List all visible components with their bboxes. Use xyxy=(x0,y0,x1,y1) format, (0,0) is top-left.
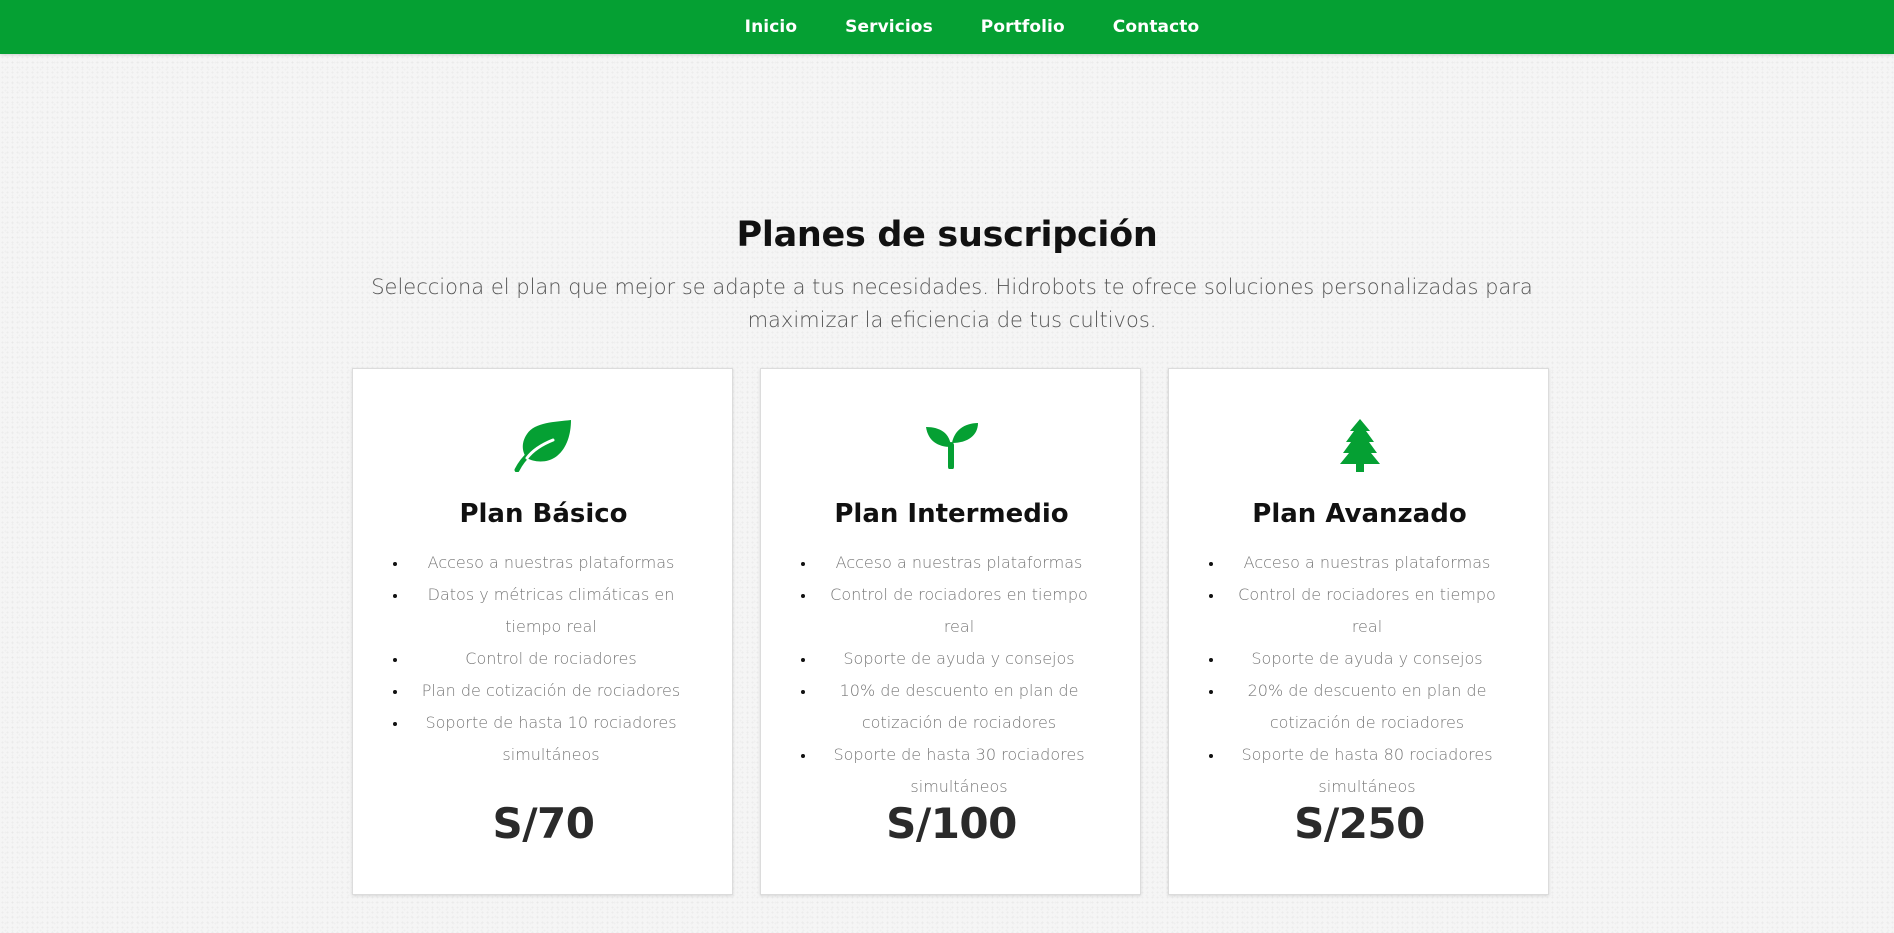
feature-item: Soporte de hasta 30 rociadores simultáne… xyxy=(816,739,1102,803)
feature-item: Datos y métricas climáticas en tiempo re… xyxy=(408,579,694,643)
nav-link-portfolio[interactable]: Portfolio xyxy=(981,17,1065,37)
feature-item: Control de rociadores xyxy=(408,643,694,675)
seedling-icon xyxy=(761,417,1142,473)
feature-item: Soporte de hasta 10 rociadores simultáne… xyxy=(408,707,694,771)
feature-item: Acceso a nuestras plataformas xyxy=(816,547,1102,579)
plan-price: S/70 xyxy=(492,799,595,848)
tree-icon xyxy=(1169,417,1550,473)
section-title: Planes de suscripción xyxy=(736,215,1158,256)
feature-item: Soporte de ayuda y consejos xyxy=(816,643,1102,675)
top-navbar: Inicio Servicios Portfolio Contacto xyxy=(0,0,1894,54)
plan-price: S/100 xyxy=(886,799,1017,848)
section-subtitle: Selecciona el plan que mejor se adapte a… xyxy=(371,275,1533,332)
feature-item: 10% de descuento en plan de cotización d… xyxy=(816,675,1102,739)
feature-item: Soporte de ayuda y consejos xyxy=(1224,643,1510,675)
feature-item: Plan de cotización de rociadores xyxy=(408,675,694,707)
plan-name: Plan Avanzado xyxy=(1252,499,1467,529)
plan-card-avanzado: Plan Avanzado Acceso a nuestras platafor… xyxy=(1168,368,1549,895)
leaf-icon xyxy=(353,417,734,473)
plan-card-basico: Plan Básico Acceso a nuestras plataforma… xyxy=(352,368,733,895)
feature-list: Acceso a nuestras plataformas Datos y mé… xyxy=(353,547,734,771)
plan-card-intermedio: Plan Intermedio Acceso a nuestras plataf… xyxy=(760,368,1141,895)
feature-item: Soporte de hasta 80 rociadores simultáne… xyxy=(1224,739,1510,803)
nav-links: Inicio Servicios Portfolio Contacto xyxy=(745,17,1200,37)
feature-list: Acceso a nuestras plataformas Control de… xyxy=(1169,547,1550,803)
feature-item: Control de rociadores en tiempo real xyxy=(1224,579,1510,643)
plan-cards: Plan Básico Acceso a nuestras plataforma… xyxy=(352,368,1552,896)
plan-price: S/250 xyxy=(1294,799,1425,848)
plan-name: Plan Básico xyxy=(459,499,628,529)
pricing-section: Planes de suscripción Selecciona el plan… xyxy=(0,54,1894,933)
feature-list: Acceso a nuestras plataformas Control de… xyxy=(761,547,1142,803)
feature-item: Acceso a nuestras plataformas xyxy=(1224,547,1510,579)
nav-link-contacto[interactable]: Contacto xyxy=(1113,17,1200,37)
plan-name: Plan Intermedio xyxy=(834,499,1069,529)
feature-item: Acceso a nuestras plataformas xyxy=(408,547,694,579)
nav-link-servicios[interactable]: Servicios xyxy=(845,17,933,37)
feature-item: Control de rociadores en tiempo real xyxy=(816,579,1102,643)
feature-item: 20% de descuento en plan de cotización d… xyxy=(1224,675,1510,739)
nav-link-inicio[interactable]: Inicio xyxy=(745,17,797,37)
